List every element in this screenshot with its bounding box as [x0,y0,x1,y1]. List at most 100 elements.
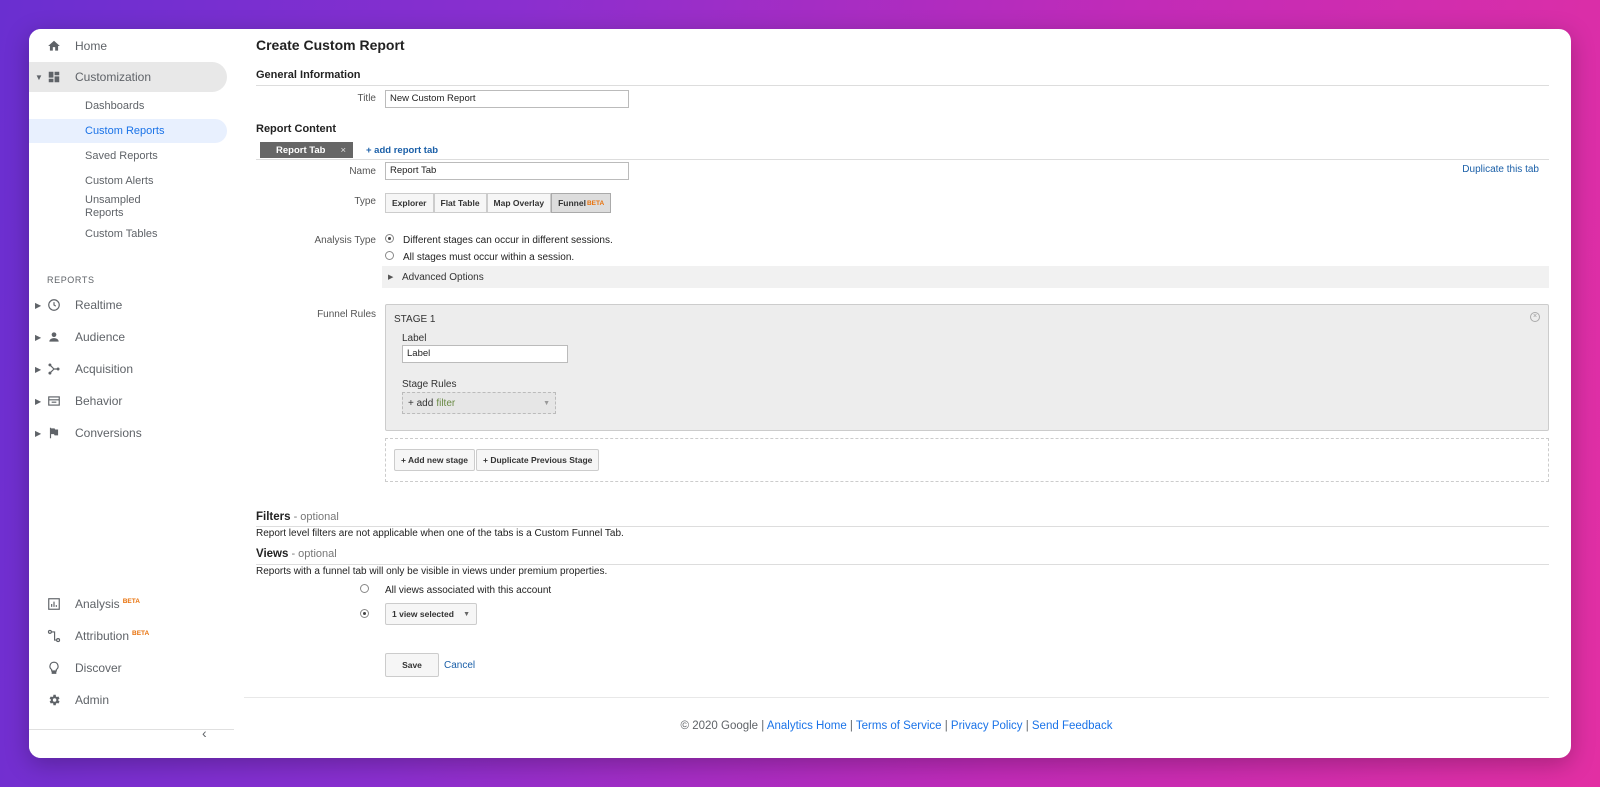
nav-behavior[interactable]: ▶ Behavior [29,386,227,416]
filters-note: Report level filters are not applicable … [256,528,624,539]
optional-text: - optional [290,511,339,523]
person-icon [46,329,62,345]
main-content: Create Custom Report General Information… [244,29,1549,758]
privacy-link[interactable]: Privacy Policy [951,720,1023,732]
caret-right-icon: ▶ [35,428,42,438]
view-selector-dropdown[interactable]: 1 view selected ▼ [385,603,477,625]
views-heading: Views - optional [256,548,337,560]
acquisition-icon [46,361,62,377]
views-selected-radio[interactable] [360,609,369,618]
lightbulb-icon [46,660,62,676]
nav-customization[interactable]: ▼ Customization [29,62,227,92]
stage-label-caption: Label [402,333,427,344]
nav-conversions-label: Conversions [75,426,142,440]
divider [256,85,1549,86]
footer-divider [244,697,1549,698]
chevron-down-icon: ▼ [463,610,470,618]
separator: | [1022,720,1032,732]
filter-text: filter [436,397,456,409]
reports-section-header: REPORTS [47,275,95,285]
collapse-sidebar-icon[interactable]: ‹ [202,725,218,741]
duplicate-tab-link[interactable]: Duplicate this tab [1462,164,1539,175]
type-funnel-label: Funnel [558,198,586,208]
caret-right-icon: ▶ [388,274,394,281]
name-label: Name [349,166,376,177]
remove-stage-icon[interactable]: × [1530,312,1540,322]
sidebar-item-custom-tables[interactable]: Custom Tables [29,222,227,246]
nav-analysis-text: Analysis [75,597,120,611]
nav-admin[interactable]: Admin [29,685,227,715]
analysis-type-label: Analysis Type [314,235,376,246]
nav-customization-label: Customization [75,70,152,84]
funnel-rules-label: Funnel Rules [317,309,376,320]
nav-home-label: Home [75,39,108,53]
report-tab-chip[interactable]: Report Tab × [260,142,353,158]
nav-acquisition-label: Acquisition [75,362,134,376]
nav-home[interactable]: Home [29,31,227,61]
optional-text: - optional [288,548,337,560]
type-flat-table-button[interactable]: Flat Table [433,193,487,213]
terms-link[interactable]: Terms of Service [856,720,942,732]
nav-realtime[interactable]: ▶ Realtime [29,290,227,320]
home-icon [46,38,62,54]
analytics-home-link[interactable]: Analytics Home [767,720,847,732]
tab-name-input[interactable]: Report Tab [385,162,629,180]
close-icon[interactable]: × [340,145,346,156]
nav-admin-label: Admin [75,693,110,707]
nav-conversions[interactable]: ▶ Conversions [29,418,227,448]
stage-label-input[interactable]: Label [402,345,568,363]
sidebar-item-custom-alerts[interactable]: Custom Alerts [29,169,227,193]
dashboard-icon [46,69,62,85]
stage-card: STAGE 1 × Label Label Stage Rules + add f… [385,304,1549,431]
add-filter-dropdown[interactable]: + add filter ▼ [402,392,556,414]
views-all-radio[interactable] [360,584,369,593]
cancel-link[interactable]: Cancel [444,660,475,671]
type-explorer-button[interactable]: Explorer [385,193,434,213]
type-funnel-button[interactable]: Funnel BETA [551,193,612,213]
separator: | [846,720,856,732]
behavior-icon [46,393,62,409]
feedback-link[interactable]: Send Feedback [1032,720,1113,732]
caret-right-icon: ▶ [35,364,42,374]
sidebar-item-unsampled-reports[interactable]: Unsampled Reports [29,192,189,222]
caret-down-icon: ▼ [35,72,43,82]
nav-analysis-label: Analysis BETA [75,597,140,611]
attribution-icon [46,628,62,644]
sidebar-item-dashboards[interactable]: Dashboards [29,94,227,118]
caret-right-icon: ▶ [35,332,42,342]
duplicate-previous-stage-button[interactable]: + Duplicate Previous Stage [476,449,600,471]
type-label: Type [354,196,376,207]
app-window: Home ▼ Customization Dashboards Custom R… [29,29,1571,758]
nav-discover[interactable]: Discover [29,653,227,683]
nav-attribution-text: Attribution [75,629,130,643]
views-note: Reports with a funnel tab will only be v… [256,566,608,577]
add-new-stage-button[interactable]: + Add new stage [394,449,475,471]
advanced-options-label: Advanced Options [402,271,484,283]
chevron-down-icon: ▼ [543,399,550,407]
report-type-selector: Explorer Flat Table Map Overlay Funnel BE… [385,193,612,213]
advanced-options-toggle[interactable]: ▶ Advanced Options [382,266,1549,288]
sidebar-item-saved-reports[interactable]: Saved Reports [29,144,227,168]
nav-analysis[interactable]: Analysis BETA [29,589,227,619]
nav-audience[interactable]: ▶ Audience [29,322,227,352]
analysis-within-session-radio[interactable] [385,251,394,260]
analysis-option-1-label: Different stages can occur in different … [403,235,613,246]
clock-icon [46,297,62,313]
caret-right-icon: ▶ [35,300,42,310]
save-button[interactable]: Save [385,653,439,677]
caret-right-icon: ▶ [35,396,42,406]
flag-icon [46,425,62,441]
sidebar: Home ▼ Customization Dashboards Custom R… [29,29,234,758]
separator: | [758,720,767,732]
copyright: © 2020 Google [680,720,759,732]
beta-badge: BETA [132,630,150,637]
analysis-different-sessions-radio[interactable] [385,234,394,243]
nav-acquisition[interactable]: ▶ Acquisition [29,354,227,384]
sidebar-item-custom-reports[interactable]: Custom Reports [29,119,227,143]
type-map-overlay-button[interactable]: Map Overlay [486,193,552,213]
nav-attribution[interactable]: Attribution BETA [29,621,227,651]
nav-realtime-label: Realtime [75,298,123,312]
add-report-tab-link[interactable]: + add report tab [366,145,438,156]
title-input[interactable]: New Custom Report [385,90,629,108]
report-content-heading: Report Content [256,123,337,135]
